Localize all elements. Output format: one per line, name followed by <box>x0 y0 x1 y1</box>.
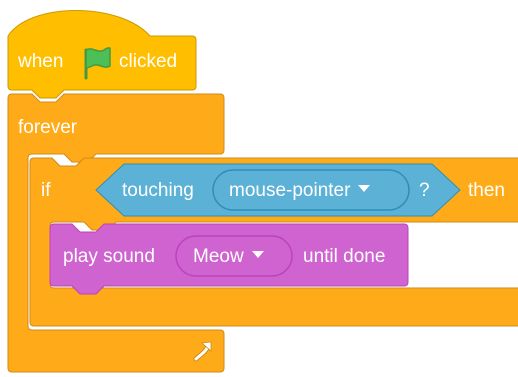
touching-menu-text: mouse-pointer <box>229 180 351 201</box>
dropdown-arrow-icon <box>358 185 371 193</box>
touching-label: touching <box>122 180 194 201</box>
until-done-label: until done <box>303 246 386 267</box>
if-label: if <box>41 180 51 201</box>
sound-menu-value[interactable]: Meow <box>193 247 264 266</box>
sound-menu-text: Meow <box>193 246 244 267</box>
touching-menu-value[interactable]: mouse-pointer <box>229 180 371 201</box>
play-sound-label: play sound <box>63 246 155 267</box>
question-mark-label: ? <box>419 180 430 201</box>
clicked-label: clicked <box>119 51 178 72</box>
dropdown-arrow-icon <box>251 251 264 259</box>
then-label: then <box>468 180 505 201</box>
when-label: when <box>18 51 64 72</box>
forever-label: forever <box>18 117 78 138</box>
